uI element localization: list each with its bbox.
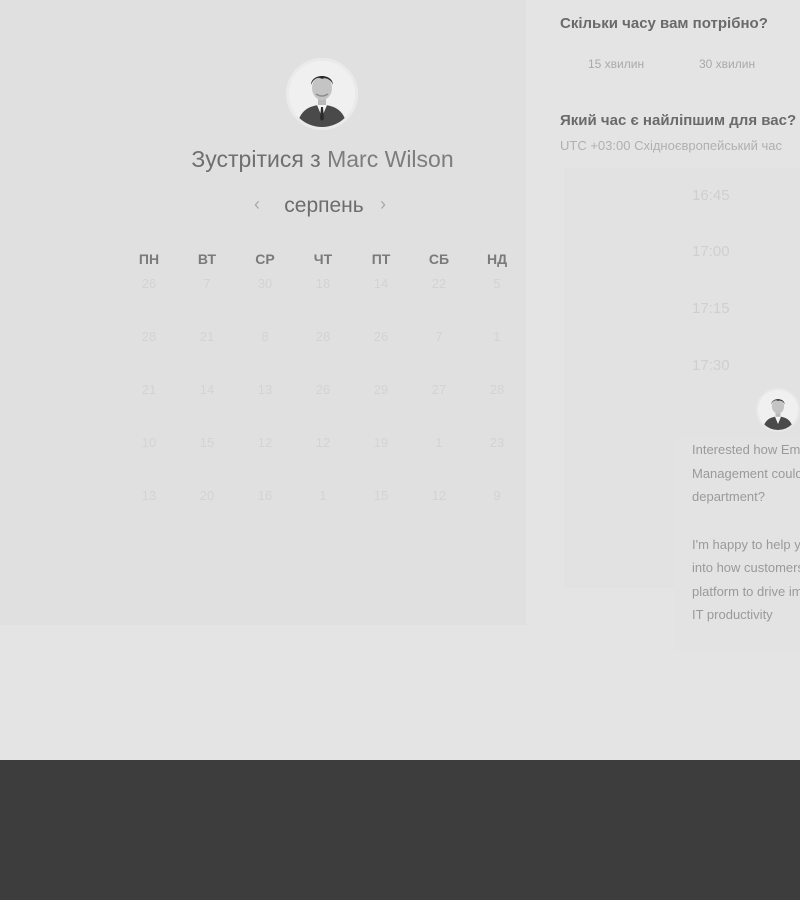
time-slot[interactable]: 16:45 <box>564 168 800 224</box>
calendar-panel: Зустрітися з Marc Wilson ‹ серпень › ПН … <box>0 0 526 625</box>
calendar-day[interactable]: 14 <box>352 272 410 325</box>
calendar-day[interactable]: 9 <box>468 484 526 537</box>
calendar-day[interactable]: 28 <box>294 325 352 378</box>
weekday-label: ПТ <box>371 251 391 267</box>
scheduling-panel: Скільки часу вам потрібно? 15 хвилин 30 … <box>526 0 800 760</box>
calendar-day[interactable]: 8 <box>236 325 294 378</box>
calendar-day[interactable]: 10 <box>120 431 178 484</box>
chat-bubble[interactable]: Interested how Employee Management could… <box>674 438 800 651</box>
calendar-day[interactable]: 7 <box>178 272 236 325</box>
calendar-day[interactable]: 20 <box>178 484 236 537</box>
calendar-day[interactable]: 28 <box>120 325 178 378</box>
calendar-day[interactable]: 13 <box>120 484 178 537</box>
calendar-day[interactable]: 1 <box>468 325 526 378</box>
calendar-day[interactable]: 5 <box>468 272 526 325</box>
time-slot[interactable]: 17:00 <box>564 224 800 280</box>
timezone-label[interactable]: UTC +03:00 Східноєвропейський час <box>560 138 782 153</box>
calendar-day[interactable]: 1 <box>410 431 468 484</box>
calendar-week: 10 15 12 12 19 1 23 <box>120 431 526 484</box>
chat-message: I'm happy to help you get insight into h… <box>692 536 800 623</box>
calendar-day[interactable]: 26 <box>120 272 178 325</box>
chevron-left-icon[interactable]: ‹ <box>254 194 260 215</box>
calendar-day[interactable]: 12 <box>410 484 468 537</box>
calendar-day[interactable]: 28 <box>468 378 526 431</box>
calendar-day[interactable]: 27 <box>410 378 468 431</box>
calendar-day[interactable]: 15 <box>178 431 236 484</box>
weekday-label: ЧТ <box>313 251 333 267</box>
calendar-day[interactable]: 22 <box>410 272 468 325</box>
calendar-day[interactable]: 13 <box>236 378 294 431</box>
calendar-day[interactable]: 16 <box>236 484 294 537</box>
calendar-day[interactable]: 15 <box>352 484 410 537</box>
month-label: серпень <box>284 194 364 217</box>
calendar-day[interactable]: 12 <box>294 431 352 484</box>
calendar-day[interactable]: 12 <box>236 431 294 484</box>
time-slot[interactable]: 17:15 <box>564 281 800 337</box>
calendar-week: 28 21 8 28 26 7 1 <box>120 325 526 378</box>
chevron-right-icon[interactable]: › <box>380 194 386 215</box>
weekday-label: ПН <box>138 251 160 267</box>
weekday-label: НД <box>486 251 508 267</box>
calendar-day[interactable]: 30 <box>236 272 294 325</box>
chat-avatar[interactable] <box>756 388 800 432</box>
calendar-day[interactable]: 21 <box>120 378 178 431</box>
weekday-header: ПН ВТ СР ЧТ ПТ СБ НД <box>120 251 526 267</box>
weekday-label: СБ <box>428 251 450 267</box>
month-navigation: ‹ серпень › <box>250 192 400 222</box>
host-avatar <box>286 58 358 130</box>
calendar-day[interactable]: 18 <box>294 272 352 325</box>
calendar-day[interactable]: 23 <box>468 431 526 484</box>
host-name: Marc Wilson <box>327 146 454 172</box>
calendar-week: 26 7 30 18 14 22 5 <box>120 272 526 325</box>
calendar-day[interactable]: 26 <box>294 378 352 431</box>
meeting-title-prefix: Зустрітися з <box>191 146 321 172</box>
time-slot[interactable]: 17:30 <box>564 338 800 394</box>
chat-message: Interested how Employee Management could… <box>692 442 800 504</box>
calendar-day[interactable]: 19 <box>352 431 410 484</box>
duration-option-30[interactable]: 30 хвилин <box>699 57 755 71</box>
calendar-day[interactable]: 26 <box>352 325 410 378</box>
calendar-day[interactable]: 14 <box>178 378 236 431</box>
duration-option-15[interactable]: 15 хвилин <box>588 57 644 71</box>
calendar-grid: 26 7 30 18 14 22 5 28 21 8 28 26 7 1 21 … <box>120 272 526 537</box>
calendar-day[interactable]: 7 <box>410 325 468 378</box>
calendar-day[interactable]: 1 <box>294 484 352 537</box>
calendar-day[interactable]: 29 <box>352 378 410 431</box>
time-question: Який час є найліпшим для вас? <box>560 112 797 129</box>
weekday-label: ВТ <box>197 251 217 267</box>
calendar-week: 21 14 13 26 29 27 28 <box>120 378 526 431</box>
calendar-week: 13 20 16 1 15 12 9 <box>120 484 526 537</box>
duration-question: Скільки часу вам потрібно? <box>560 15 768 32</box>
calendar-day[interactable]: 21 <box>178 325 236 378</box>
footer <box>0 760 800 900</box>
weekday-label: СР <box>255 251 275 267</box>
